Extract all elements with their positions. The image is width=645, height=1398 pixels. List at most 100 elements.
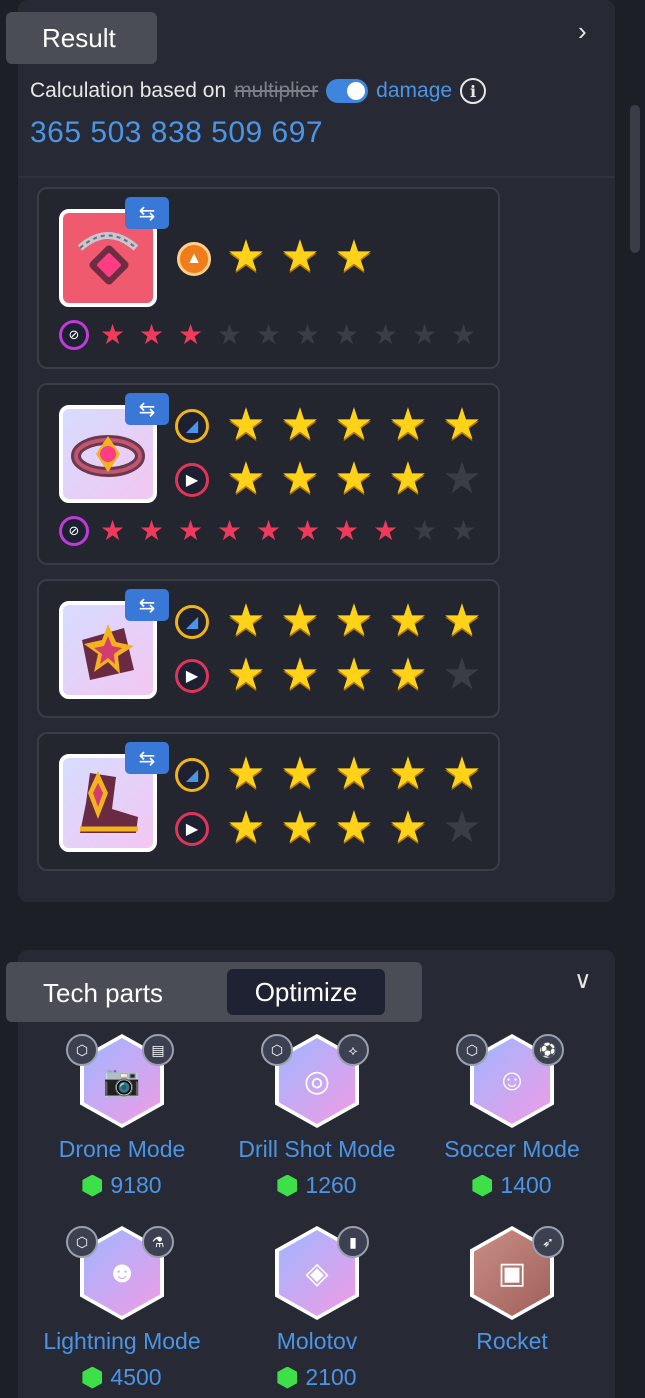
- part-type-icon: ⟡: [337, 1034, 369, 1066]
- part-type-icon: ▤: [142, 1034, 174, 1066]
- part-name: Drill Shot Mode: [238, 1136, 396, 1162]
- speed-attr-icon: ▶: [175, 659, 209, 693]
- star-filled: ★: [280, 749, 320, 798]
- item-3-row-2-stars: ★ ★ ★ ★ ★: [219, 653, 489, 697]
- sub-star-empty: ★: [216, 319, 243, 350]
- tier-badge-icon: ⬡: [66, 1226, 98, 1258]
- calc-option-damage[interactable]: damage: [376, 79, 452, 103]
- tech-parts-title: Tech parts: [43, 978, 163, 1008]
- sub-star-empty: ★: [411, 515, 438, 546]
- star-filled: ★: [334, 650, 374, 699]
- sub-star-filled: ★: [216, 515, 243, 546]
- item-card-chain-pendant: ⇆ ▲ ★ ★ ★ ⊘ ★ ★ ★ ★ ★ ★ ★ ★ ★ ★: [37, 187, 500, 369]
- tech-part-soccer-mode[interactable]: ☺ ⬡ ⚽ Soccer Mode 1400: [412, 1034, 612, 1204]
- star-filled: ★: [226, 650, 266, 699]
- star-filled: ★: [280, 232, 320, 281]
- sub-star-filled: ★: [99, 319, 126, 350]
- swap-icon[interactable]: ⇆: [125, 393, 169, 425]
- part-cost-value: 2100: [305, 1364, 357, 1390]
- star-filled: ★: [226, 596, 266, 645]
- sub-star-filled: ★: [294, 515, 321, 546]
- star-filled: ★: [280, 596, 320, 645]
- calculation-mode: Calculation based on multiplier damage i: [30, 78, 487, 104]
- swap-icon[interactable]: ⇆: [125, 589, 169, 621]
- toggle-knob: [347, 82, 366, 100]
- chevron-down-icon[interactable]: ∨: [574, 966, 592, 995]
- item-card-jeweled-collar: ⇆ ◢ ★ ★ ★ ★ ★ ▶ ★ ★ ★ ★ ★ ⊘ ★ ★ ★ ★ ★ ★ ★ ★ ★ ★: [37, 383, 500, 565]
- star-filled: ★: [388, 400, 428, 449]
- part-name: Rocket: [476, 1328, 548, 1354]
- sub-star-empty: ★: [450, 319, 477, 350]
- star-filled: ★: [280, 803, 320, 852]
- gem-icon: [472, 1174, 493, 1197]
- jeweled-collar-icon: [71, 435, 145, 477]
- evolve-attr-icon: ⊘: [59, 320, 89, 350]
- part-cost-value: 1400: [500, 1172, 552, 1198]
- result-divider: [18, 176, 615, 178]
- info-icon[interactable]: i: [460, 78, 487, 104]
- tier-badge-icon: ⬡: [456, 1034, 488, 1066]
- sub-star-filled: ★: [177, 319, 204, 350]
- evolve-attr-icon: ⊘: [59, 516, 89, 546]
- item-card-winged-boot: ⇆ ◢ ★ ★ ★ ★ ★ ▶ ★ ★ ★ ★ ★: [37, 732, 500, 871]
- calc-mode-toggle[interactable]: [326, 79, 369, 103]
- part-cost: 1260: [217, 1172, 417, 1199]
- blade-attr-icon: ◢: [175, 409, 209, 443]
- fire-attr-icon: ▲: [177, 242, 211, 276]
- blade-attr-icon: ◢: [175, 605, 209, 639]
- star-filled: ★: [280, 454, 320, 503]
- tech-part-lightning-mode[interactable]: ☻ ⬡ ⚗ Lightning Mode 4500: [22, 1226, 222, 1396]
- item-card-star-gauntlet: ⇆ ◢ ★ ★ ★ ★ ★ ▶ ★ ★ ★ ★ ★: [37, 579, 500, 718]
- sub-star-filled: ★: [255, 515, 282, 546]
- blade-attr-icon: ◢: [175, 758, 209, 792]
- tier-badge-icon: ⬡: [261, 1034, 293, 1066]
- total-damage-value: 365 503 838 509 697: [30, 116, 324, 149]
- chevron-right-icon[interactable]: ›: [578, 16, 587, 47]
- part-cost-value: 1260: [305, 1172, 357, 1198]
- part-name: Lightning Mode: [43, 1328, 201, 1354]
- gem-icon: [277, 1174, 298, 1197]
- gem-icon: [277, 1366, 298, 1389]
- part-cost-value: 9180: [110, 1172, 162, 1198]
- result-header[interactable]: Result: [6, 12, 157, 64]
- star-filled: ★: [442, 400, 482, 449]
- gem-icon: [82, 1174, 103, 1197]
- tech-part-drone-mode[interactable]: 📷 ⬡ ▤ Drone Mode 9180: [22, 1034, 222, 1204]
- part-name: Molotov: [276, 1328, 358, 1354]
- calc-prefix: Calculation based on: [30, 79, 227, 102]
- part-type-icon: ⚗: [142, 1226, 174, 1258]
- swap-icon[interactable]: ⇆: [125, 197, 169, 229]
- item-1-main-stars: ★ ★ ★: [219, 235, 381, 279]
- speed-attr-icon: ▶: [175, 812, 209, 846]
- part-cost: 1400: [412, 1172, 612, 1199]
- sub-star-filled: ★: [177, 515, 204, 546]
- star-filled: ★: [280, 650, 320, 699]
- sub-star-filled: ★: [99, 515, 126, 546]
- star-filled: ★: [334, 400, 374, 449]
- tech-part-drill-shot-mode[interactable]: ◎ ⬡ ⟡ Drill Shot Mode 1260: [217, 1034, 417, 1204]
- optimize-button[interactable]: Optimize: [227, 969, 385, 1015]
- star-filled: ★: [442, 596, 482, 645]
- scrollbar-thumb[interactable]: [630, 105, 640, 253]
- sub-star-empty: ★: [411, 319, 438, 350]
- item-2-sub-stars: ★ ★ ★ ★ ★ ★ ★ ★ ★ ★: [93, 517, 483, 545]
- sub-star-empty: ★: [294, 319, 321, 350]
- star-filled: ★: [388, 596, 428, 645]
- item-2-row-2-stars: ★ ★ ★ ★ ★: [219, 457, 489, 501]
- star-filled: ★: [226, 454, 266, 503]
- part-cost: 2100: [217, 1364, 417, 1391]
- star-filled: ★: [280, 400, 320, 449]
- gem-icon: [82, 1366, 103, 1389]
- tech-part-rocket[interactable]: ▣ ➶ Rocket: [412, 1226, 612, 1396]
- star-filled: ★: [334, 749, 374, 798]
- item-4-row-1-stars: ★ ★ ★ ★ ★: [219, 752, 489, 796]
- tech-part-molotov[interactable]: ◈ ▮ Molotov 2100: [217, 1226, 417, 1396]
- part-cost-value: 4500: [110, 1364, 162, 1390]
- star-filled: ★: [388, 803, 428, 852]
- swap-icon[interactable]: ⇆: [125, 742, 169, 774]
- star-filled: ★: [388, 749, 428, 798]
- sub-star-filled: ★: [138, 515, 165, 546]
- sub-star-filled: ★: [333, 515, 360, 546]
- calc-option-multiplier[interactable]: multiplier: [234, 79, 318, 103]
- tier-badge-icon: ⬡: [66, 1034, 98, 1066]
